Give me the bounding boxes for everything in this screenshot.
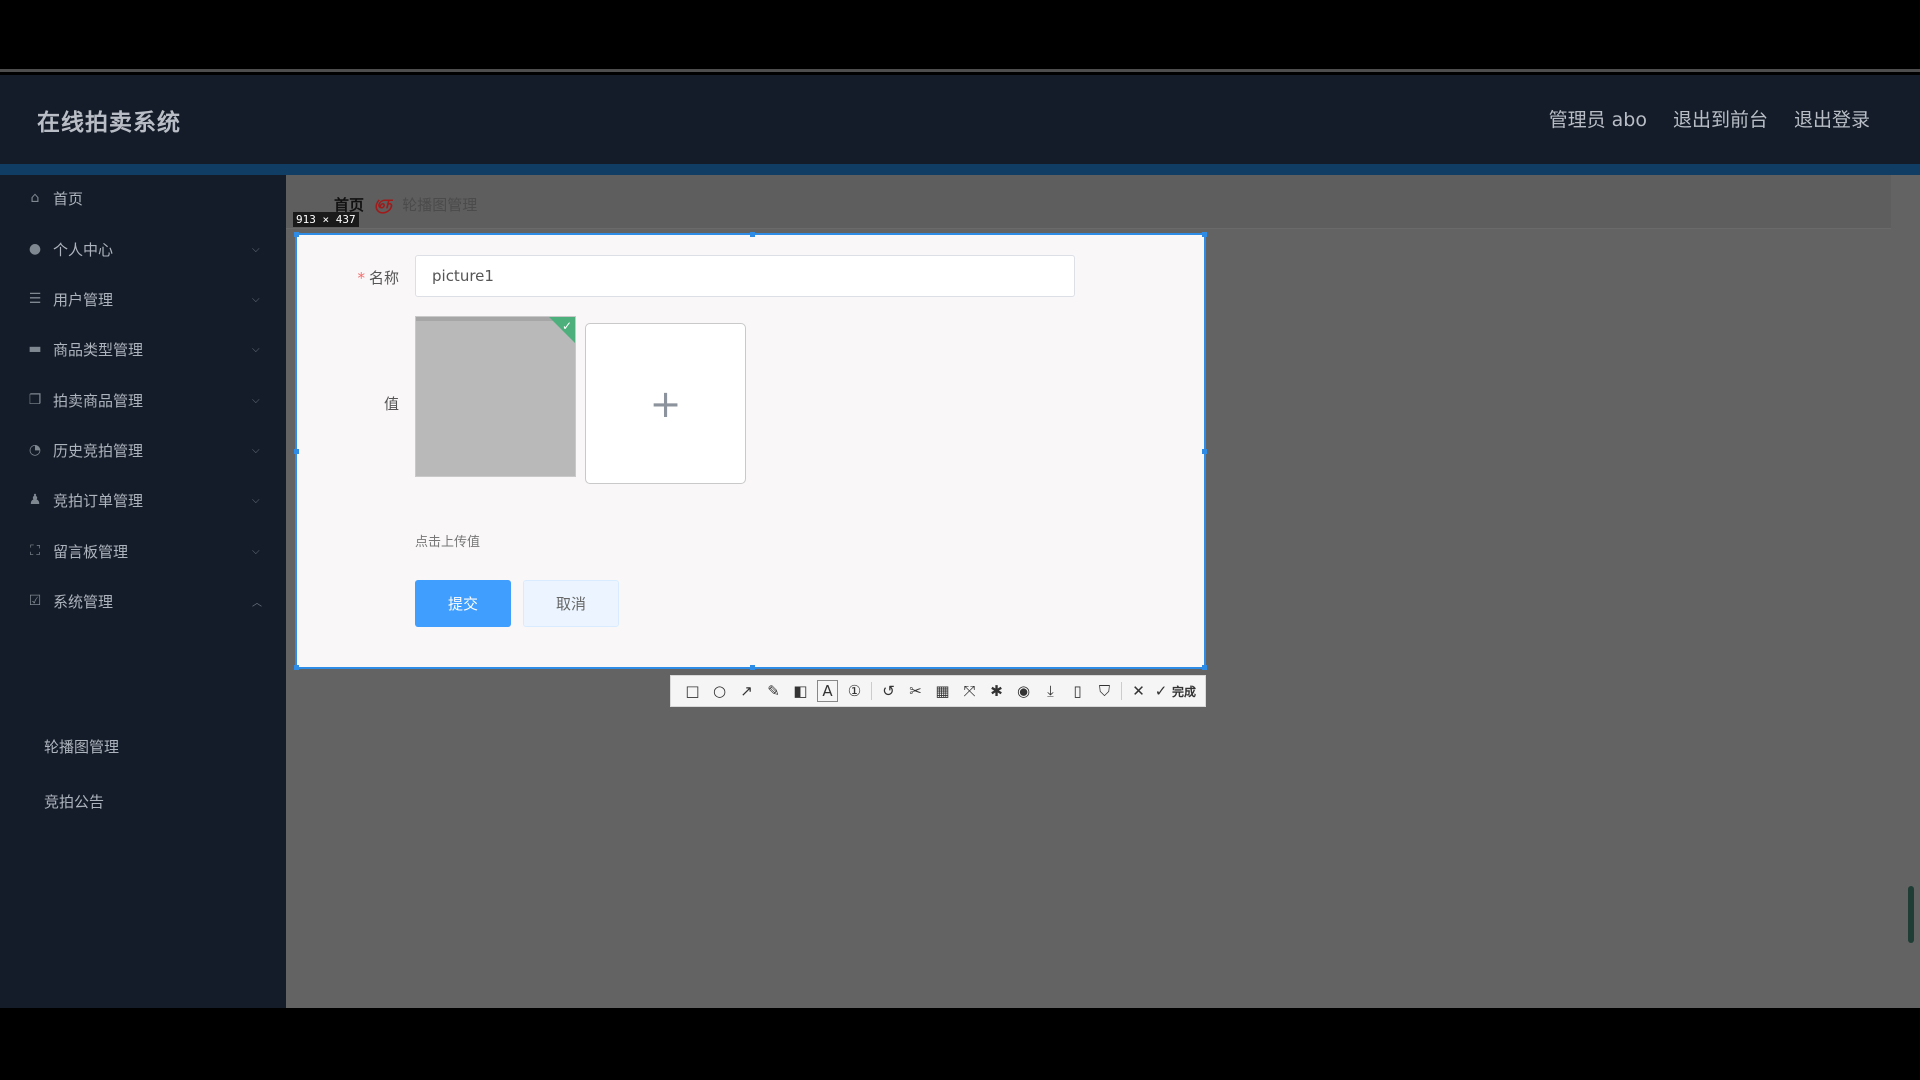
ellipse-tool-icon[interactable]: ○	[706, 677, 733, 705]
sidebar-item-label: 系统管理	[53, 592, 114, 611]
app-title: 在线拍卖系统	[37, 110, 181, 136]
sliders-icon: ☰	[28, 291, 42, 307]
image-upload-button[interactable]: +	[585, 323, 746, 484]
save-device-tool-icon[interactable]: ▯	[1064, 677, 1091, 705]
pin-tool-icon[interactable]: ✱	[983, 677, 1010, 705]
name-label-text: 名称	[368, 269, 399, 287]
chevron-down-icon: ⌵	[252, 394, 260, 406]
name-input[interactable]	[415, 255, 1075, 297]
breadcrumb-separator-icon: ஞ	[374, 193, 393, 213]
carousel-edit-form: *名称 值 ✓ + 点击上传值 提交 取消	[294, 232, 1207, 670]
header-nav: 管理员 abo 退出到前台 退出登录	[1549, 105, 1870, 132]
sidebar-item-personal-center[interactable]: ● 个人中心 ⌵	[0, 227, 286, 271]
fullscreen-icon: ⛶	[30, 543, 40, 559]
name-label: * 名称	[337, 267, 399, 288]
sidebar-item-message-board[interactable]: ⛶ 留言板管理 ⌵	[0, 529, 286, 573]
selection-size-label: 913 × 437	[293, 212, 359, 227]
chevron-down-icon: ⌵	[252, 494, 260, 506]
capture-tool-icon[interactable]: ⤧	[956, 677, 983, 705]
breadcrumb-bar: 首页 ஞ 轮播图管理	[286, 175, 1891, 229]
arrow-tool-icon[interactable]: ↗	[733, 677, 760, 705]
logout-link[interactable]: 退出登录	[1794, 105, 1870, 132]
required-mark: *	[357, 269, 365, 287]
sidebar-item-auction-products[interactable]: ❐ 拍卖商品管理 ⌵	[0, 378, 286, 422]
submit-button[interactable]: 提交	[415, 580, 511, 627]
sidebar-item-label: 用户管理	[53, 290, 114, 309]
top-black-band	[0, 0, 1920, 72]
chevron-up-icon: ︿	[252, 597, 262, 609]
sidebar-subitem-carousel[interactable]: 轮播图管理	[44, 736, 119, 757]
chevron-down-icon: ⌵	[252, 243, 260, 255]
resize-handle[interactable]	[1202, 449, 1207, 454]
sidebar-item-system-management[interactable]: ☑ 系统管理 ︿	[0, 579, 286, 623]
resize-handle[interactable]	[750, 665, 755, 670]
resize-handle[interactable]	[1202, 665, 1207, 670]
sidebar-item-label: 拍卖商品管理	[53, 391, 144, 410]
undo-tool-icon[interactable]: ↺	[875, 677, 902, 705]
bottom-black-band	[0, 1008, 1920, 1080]
plus-icon: +	[649, 381, 682, 426]
toolbar-divider	[871, 682, 872, 700]
chevron-down-icon: ⌵	[252, 293, 260, 305]
admin-user-link[interactable]: 管理员 abo	[1549, 105, 1647, 132]
sidebar-item-home[interactable]: ⌂ 首页	[0, 176, 286, 220]
bookmark-tool-icon[interactable]: ⛉	[1091, 677, 1118, 705]
monitor-icon: ▬	[28, 341, 42, 357]
sidebar-item-product-type[interactable]: ▬ 商品类型管理 ⌵	[0, 327, 286, 371]
check-icon: ✓	[561, 319, 572, 333]
confirm-tool-icon[interactable]: ✓	[1152, 677, 1170, 705]
rectangle-tool-icon[interactable]: □	[679, 677, 706, 705]
breadcrumb-current: 轮播图管理	[402, 195, 478, 214]
chevron-down-icon: ⌵	[252, 545, 260, 557]
user-icon: ●	[28, 241, 42, 257]
sidebar: ⌂ 首页 ● 个人中心 ⌵ ☰ 用户管理 ⌵ ▬ 商品类型管理 ⌵ ❐ 拍卖商品…	[0, 175, 286, 1008]
sidebar-item-label: 留言板管理	[53, 542, 129, 561]
value-label: 值	[383, 395, 399, 413]
sidebar-item-bid-orders[interactable]: ♟ 竞拍订单管理 ⌵	[0, 478, 286, 522]
number-marker-tool-icon[interactable]: ①	[841, 677, 868, 705]
scrollbar-thumb[interactable]	[1908, 886, 1914, 943]
toolbar-divider	[1121, 682, 1122, 700]
record-tool-icon[interactable]: ◉	[1010, 677, 1037, 705]
resize-handle[interactable]	[294, 665, 299, 670]
sidebar-subitem-announcement[interactable]: 竞拍公告	[44, 791, 104, 812]
upload-hint: 点击上传值	[415, 535, 481, 550]
app-header: 在线拍卖系统 管理员 abo 退出到前台 退出登录	[0, 75, 1920, 164]
compass-icon: ◔	[28, 442, 42, 458]
copy-icon: ❐	[28, 392, 42, 408]
sidebar-item-label: 竞拍订单管理	[53, 491, 144, 510]
close-tool-icon[interactable]: ✕	[1125, 677, 1152, 705]
mosaic-tool-icon[interactable]: ◧	[787, 677, 814, 705]
header-accent-bar	[0, 164, 1920, 175]
screenshot-toolbar: □ ○ ↗ ✎ ◧ A ① ↺ ✂ ▦ ⤧ ✱ ◉ ⤓ ▯ ⛉ ✕ ✓ 完成	[670, 675, 1206, 707]
sidebar-item-user-management[interactable]: ☰ 用户管理 ⌵	[0, 277, 286, 321]
resize-handle[interactable]	[750, 232, 755, 237]
sidebar-item-label: 商品类型管理	[53, 340, 144, 359]
cancel-button[interactable]: 取消	[523, 580, 619, 627]
chevron-down-icon: ⌵	[252, 444, 260, 456]
resize-handle[interactable]	[294, 449, 299, 454]
download-tool-icon[interactable]: ⤓	[1037, 677, 1064, 705]
text-tool-icon[interactable]: A	[814, 677, 841, 705]
sidebar-item-bid-history[interactable]: ◔ 历史竞拍管理 ⌵	[0, 428, 286, 472]
home-icon: ⌂	[30, 190, 40, 206]
sidebar-item-label: 历史竞拍管理	[53, 441, 144, 460]
sidebar-item-label: 个人中心	[53, 240, 114, 259]
exit-to-frontend-link[interactable]: 退出到前台	[1673, 105, 1768, 132]
person-icon: ♟	[28, 492, 42, 508]
checkbox-icon: ☑	[28, 593, 42, 609]
ocr-tool-icon[interactable]: ▦	[929, 677, 956, 705]
scissor-tool-icon[interactable]: ✂	[902, 677, 929, 705]
done-button[interactable]: 完成	[1172, 683, 1196, 700]
pencil-tool-icon[interactable]: ✎	[760, 677, 787, 705]
resize-handle[interactable]	[1202, 232, 1207, 237]
sidebar-item-label: 首页	[53, 189, 84, 208]
resize-handle[interactable]	[294, 232, 299, 237]
uploaded-image-thumbnail[interactable]: ✓	[415, 316, 576, 477]
chevron-down-icon: ⌵	[252, 343, 260, 355]
